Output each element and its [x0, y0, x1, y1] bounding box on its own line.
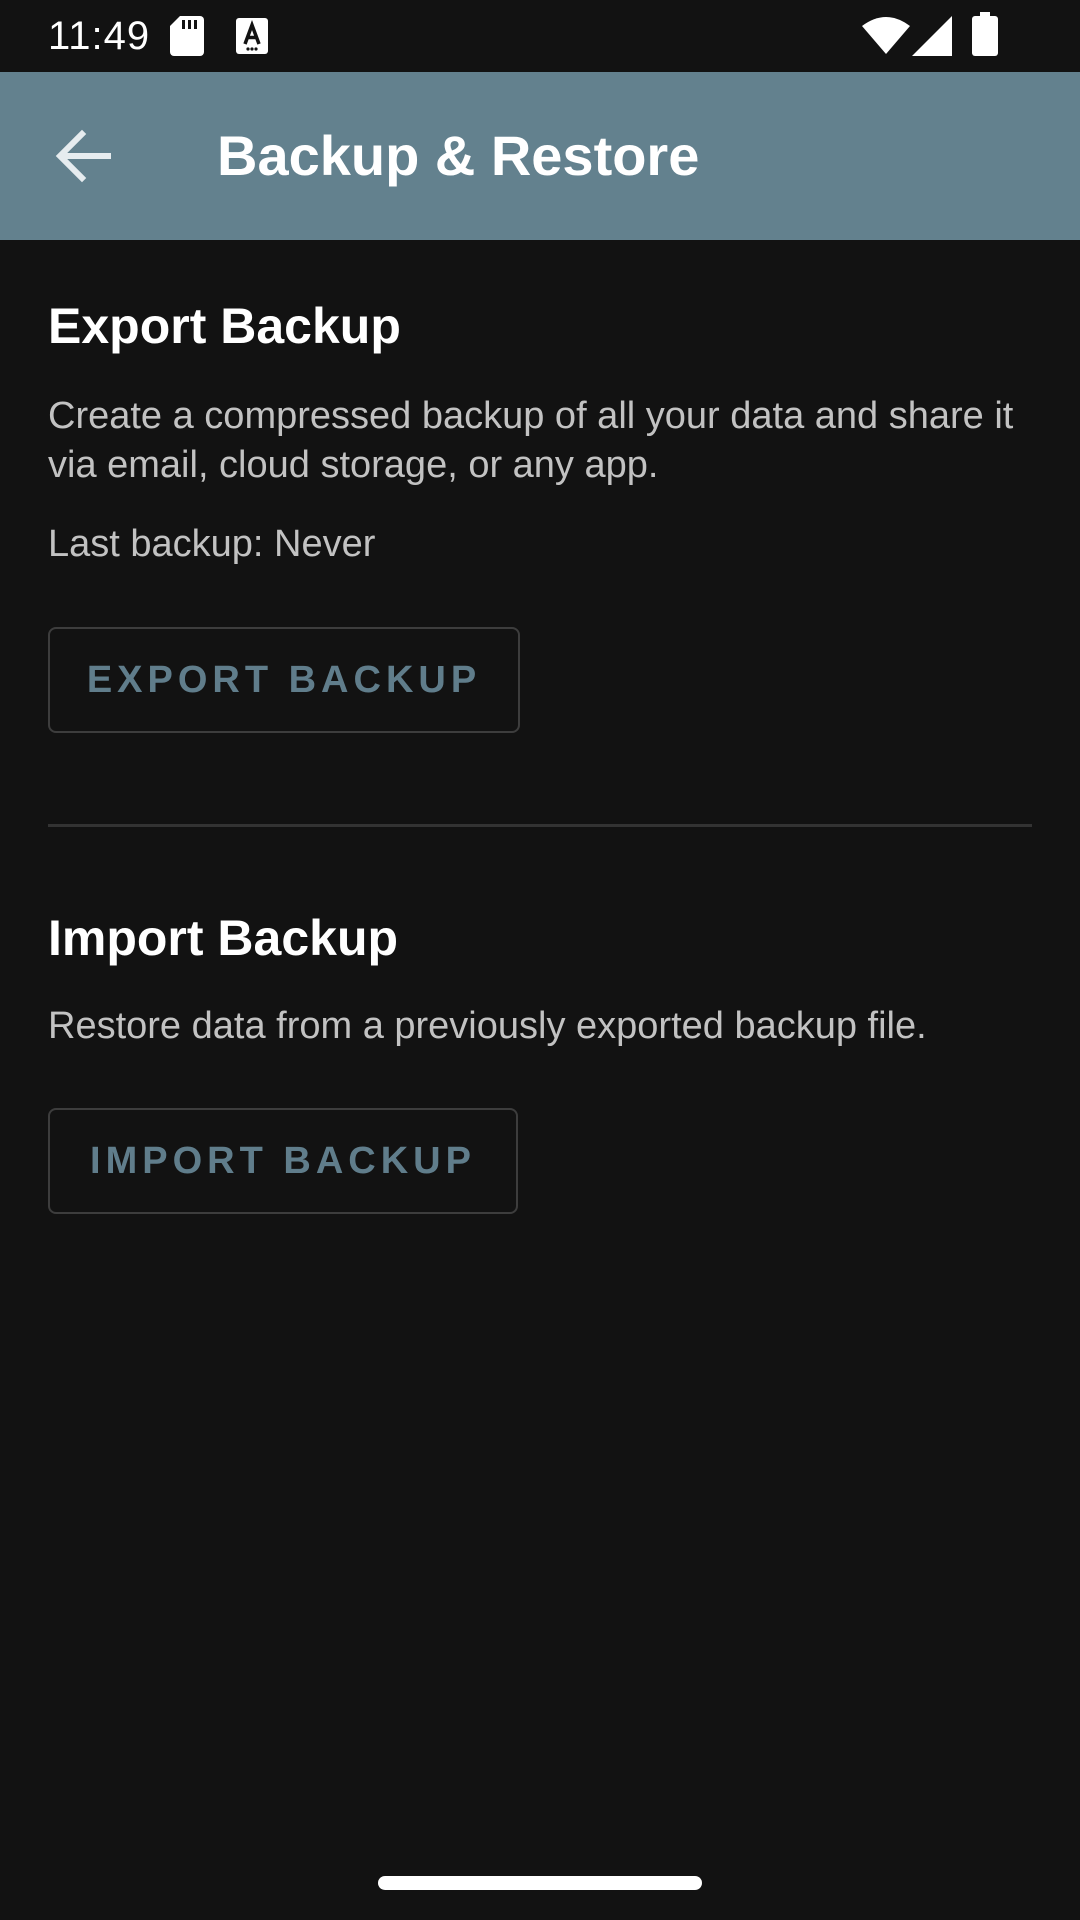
battery-icon — [972, 12, 998, 56]
export-backup-button[interactable]: EXPORT BACKUP — [48, 627, 520, 733]
section-divider — [48, 824, 1032, 827]
last-backup-status: Last backup: Never — [48, 523, 376, 565]
back-button[interactable] — [44, 116, 124, 196]
wifi-icon — [862, 17, 910, 54]
import-section-title: Import Backup — [48, 910, 399, 966]
import-backup-button[interactable]: IMPORT BACKUP — [48, 1108, 518, 1214]
a-notification-icon — [236, 18, 268, 54]
status-time: 11:49 — [48, 14, 151, 58]
sd-card-icon — [170, 16, 204, 56]
import-description: Restore data from a previously exported … — [48, 1005, 927, 1047]
page-title: Backup & Restore — [217, 124, 700, 187]
status-bar: 11:49 — [0, 0, 1080, 72]
export-description: Create a compressed backup of all your d… — [48, 395, 1014, 486]
signal-icon — [912, 16, 952, 56]
app-bar: Backup & Restore — [0, 72, 1080, 240]
arrow-back-icon — [55, 129, 111, 183]
export-section-title: Export Backup — [48, 298, 401, 354]
home-indicator[interactable] — [378, 1876, 702, 1890]
